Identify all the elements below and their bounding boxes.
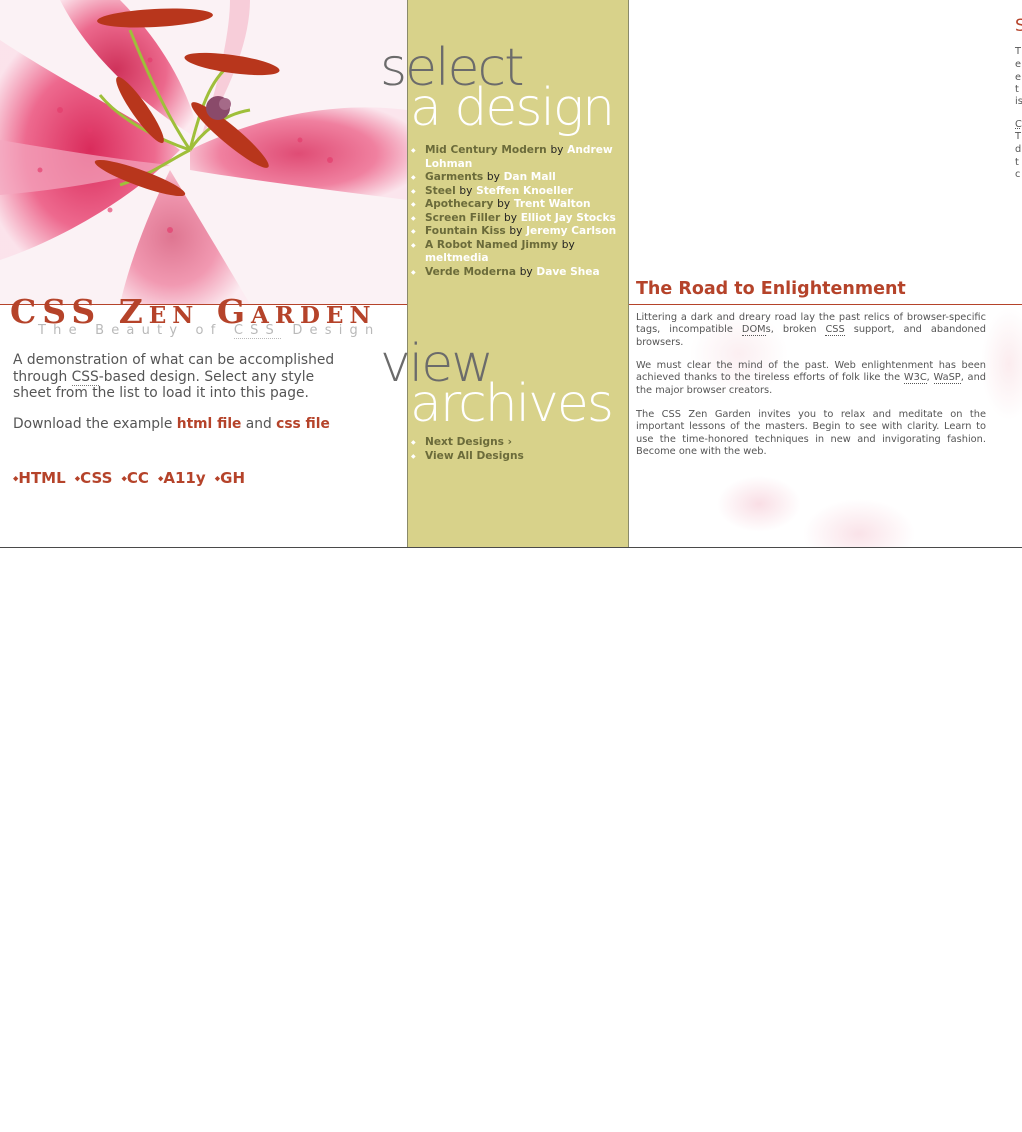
design-link[interactable]: Garments (425, 171, 483, 183)
view-all-designs-link[interactable]: View All Designs (425, 450, 524, 462)
intro-text: A demonstration of what can be accomplis… (13, 352, 343, 402)
download-prefix: Download the example (13, 416, 177, 432)
list-item: Apothecary by Trent Walton (411, 198, 625, 212)
footer-link-a11y[interactable]: A11y (163, 469, 205, 487)
list-item: Mid Century Modern by Andrew Lohman (411, 144, 625, 171)
p2-text-b: , (926, 372, 934, 384)
clipped-line: e (1015, 59, 1022, 70)
page-layout: CSS Zen Garden The Beauty of CSS Design … (0, 0, 1022, 548)
list-item: Garments by Dan Mall (411, 171, 625, 185)
by-text: by (550, 144, 564, 156)
clipped-line: t (1015, 84, 1019, 95)
archive-list: Next Designs › View All Designs (411, 436, 524, 463)
footer-link-html[interactable]: HTML (18, 469, 65, 487)
list-item: Fountain Kiss by Jeremy Carlson (411, 225, 625, 239)
by-text: by (497, 198, 511, 210)
designer-link[interactable]: Jeremy Carlson (526, 225, 616, 237)
list-item: Verde Moderna by Dave Shea (411, 266, 625, 280)
designer-link[interactable]: Steffen Knoeller (476, 185, 573, 197)
subtitle-abbr: CSS (233, 323, 282, 339)
paragraph: Littering a dark and dreary road lay the… (636, 312, 986, 349)
design-link[interactable]: Mid Century Modern (425, 144, 547, 156)
list-item: View All Designs (411, 450, 524, 464)
by-text: by (561, 238, 575, 251)
footer-link-css[interactable]: CSS (80, 469, 112, 487)
list-item: Steel by Steffen Knoeller (411, 185, 625, 199)
design-link[interactable]: Verde Moderna (425, 266, 516, 278)
subtitle-pre: The Beauty of (38, 323, 234, 338)
next-designs-link[interactable]: Next Designs › (425, 436, 512, 448)
clipped-line: is (1015, 96, 1022, 107)
clipped-line: e (1015, 72, 1022, 83)
by-text: by (519, 265, 533, 278)
p1-abbr-css: CSS (825, 324, 845, 337)
designer-link[interactable]: Dave Shea (536, 266, 599, 278)
clipped-line: c (1015, 169, 1021, 180)
by-text: by (459, 184, 473, 197)
site-subtitle: The Beauty of CSS Design (38, 323, 381, 339)
by-text: by (509, 225, 523, 237)
download-and: and (241, 416, 277, 432)
p2-abbr-w3c: W3C (903, 372, 927, 385)
design-link[interactable]: A Robot Named Jimmy (425, 239, 558, 251)
list-item: Screen Filler by Elliot Jay Stocks (411, 212, 625, 226)
paragraph: The CSS Zen Garden invites you to relax … (636, 409, 986, 457)
design-link[interactable]: Apothecary (425, 198, 493, 210)
designer-link[interactable]: Elliot Jay Stocks (521, 212, 616, 224)
design-link[interactable]: Screen Filler (425, 212, 500, 224)
clipped-line: d (1015, 144, 1022, 155)
p1-text-b: s, broken (765, 324, 826, 336)
design-list: Mid Century Modern by Andrew Lohman Garm… (411, 144, 625, 279)
clipped-line: t (1015, 157, 1019, 168)
download-text: Download the example html file and css f… (13, 416, 330, 432)
designer-link[interactable]: meltmedia (425, 252, 489, 264)
select-heading-line2: a design (410, 78, 615, 138)
left-column: CSS Zen Garden The Beauty of CSS Design … (0, 0, 408, 547)
footer-links: ◆HTML ◆CSS ◆CC ◆A11y ◆GH (13, 468, 249, 487)
clipped-line: C (1015, 119, 1022, 130)
designer-link[interactable]: Dan Mall (504, 171, 556, 183)
lily-flower-image (0, 0, 407, 304)
p2-abbr-wasp: WaSP (933, 372, 961, 385)
clipped-title: S (1015, 16, 1022, 36)
design-link[interactable]: Steel (425, 185, 456, 197)
p1-abbr-dom: DOM (741, 324, 766, 337)
designer-link[interactable]: Trent Walton (514, 198, 591, 210)
footer-link-gh[interactable]: GH (220, 469, 245, 487)
clipped-line: T (1015, 46, 1021, 57)
content-rule (629, 304, 1022, 305)
by-text: by (503, 211, 517, 224)
clipped-line: T (1015, 131, 1021, 142)
subtitle-post: Design (281, 323, 381, 338)
archives-heading-line2: archives (410, 374, 614, 434)
list-item: A Robot Named Jimmy by meltmedia (411, 239, 625, 266)
intro-abbr: CSS (71, 368, 99, 386)
design-link[interactable]: Fountain Kiss (425, 225, 506, 237)
section-title: The Road to Enlightenment (636, 279, 906, 299)
footer-link-cc[interactable]: CC (127, 469, 149, 487)
html-file-link[interactable]: html file (177, 416, 242, 432)
css-file-link[interactable]: css file (276, 416, 330, 432)
paragraph: We must clear the mind of the past. Web … (636, 360, 986, 397)
list-item: Next Designs › (411, 436, 524, 450)
content-column: The Road to Enlightenment Littering a da… (629, 0, 1022, 547)
by-text: by (486, 171, 500, 183)
